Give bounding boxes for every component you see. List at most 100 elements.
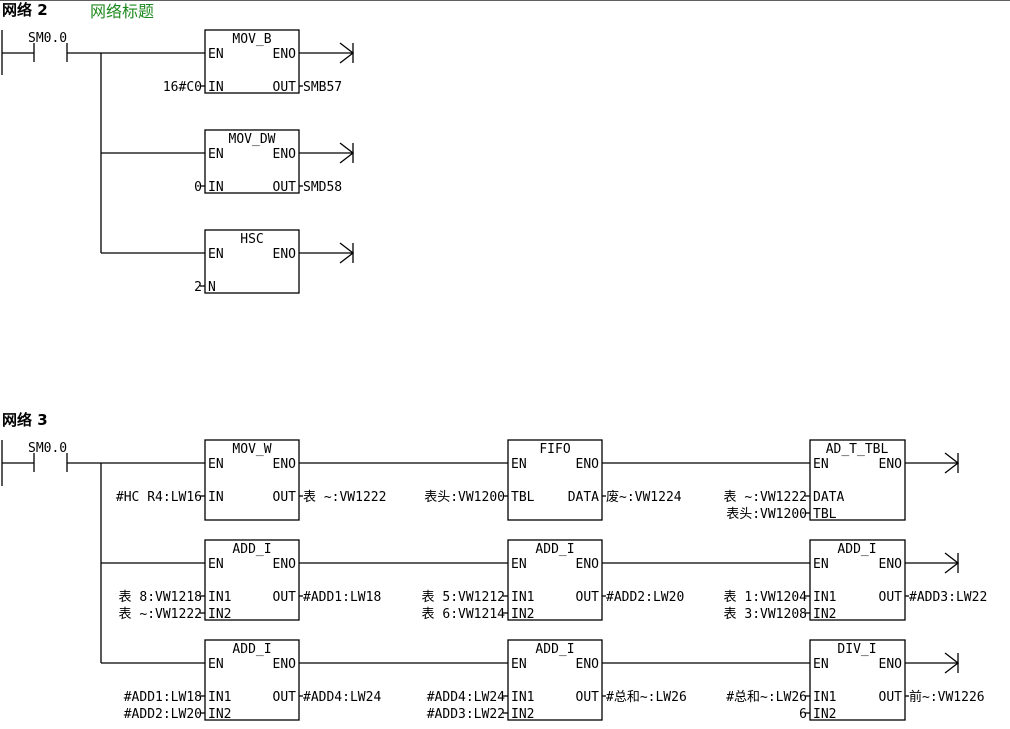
block-add-i-4[interactable]: ADD_I EN ENO #ADD1:LW18 IN1 #ADD2:LW20 I… bbox=[124, 639, 382, 722]
pin-eno: ENO bbox=[273, 457, 297, 472]
pin-out: OUT bbox=[273, 180, 297, 195]
pin-out: OUT bbox=[879, 690, 903, 705]
pin-en: EN bbox=[208, 247, 224, 262]
in-operand: 表头:VW1200 bbox=[726, 507, 807, 522]
in-operand: 表头:VW1200 bbox=[424, 490, 505, 505]
pin-eno: ENO bbox=[273, 657, 297, 672]
network-2-comment[interactable]: 网络标题 bbox=[90, 2, 154, 21]
block-add-i-2[interactable]: ADD_I EN ENO 表 5:VW1212 IN1 表 6:VW1214 I… bbox=[422, 539, 685, 622]
pin-out: OUT bbox=[273, 80, 297, 95]
pin-out: OUT bbox=[576, 690, 600, 705]
pin-eno: ENO bbox=[576, 457, 600, 472]
pin-en: EN bbox=[813, 457, 829, 472]
in-operand: 表 6:VW1214 bbox=[422, 607, 506, 622]
in-operand: 表 5:VW1212 bbox=[422, 590, 505, 605]
block-add-i-5[interactable]: ADD_I EN ENO #ADD4:LW24 IN1 #ADD3:LW22 I… bbox=[427, 639, 687, 722]
pin-out: OUT bbox=[879, 590, 903, 605]
in-operand: #ADD4:LW24 bbox=[427, 690, 505, 705]
block-name: ADD_I bbox=[837, 542, 876, 557]
out-operand: #ADD4:LW24 bbox=[303, 690, 381, 705]
in-operand: 表 3:VW1208 bbox=[724, 607, 807, 622]
pin-eno: ENO bbox=[273, 147, 297, 162]
pin-in1: IN1 bbox=[813, 690, 836, 705]
network-3-header: 网络 3 bbox=[2, 411, 48, 429]
block-name: ADD_I bbox=[232, 542, 271, 557]
block-hsc[interactable]: HSC EN ENO 2 N bbox=[101, 229, 355, 295]
pin-in1: IN1 bbox=[511, 690, 534, 705]
pin-in: IN bbox=[208, 180, 224, 195]
block-mov-dw[interactable]: MOV_DW EN ENO 0 IN OUT SMD58 bbox=[101, 129, 355, 195]
pin-eno: ENO bbox=[273, 557, 297, 572]
pin-eno: ENO bbox=[273, 47, 297, 62]
pin-eno: ENO bbox=[879, 557, 903, 572]
network-3[interactable]: 网络 3 SM0.0 MOV_W EN ENO #HC R4:LW16 IN O… bbox=[1, 411, 988, 722]
pin-eno: ENO bbox=[879, 457, 903, 472]
in-operand: 2 bbox=[194, 280, 202, 295]
pin-out: OUT bbox=[273, 690, 297, 705]
block-ad-t-tbl[interactable]: AD_T_TBL EN ENO 表 ~:VW1222 DATA 表头:VW120… bbox=[724, 439, 906, 522]
block-add-i-1[interactable]: ADD_I EN ENO 表 8:VW1218 IN1 表 ~:VW1222 I… bbox=[119, 539, 382, 622]
pin-data: DATA bbox=[813, 490, 844, 505]
pin-eno: ENO bbox=[879, 657, 903, 672]
pin-data: DATA bbox=[568, 490, 599, 505]
block-mov-w[interactable]: MOV_W EN ENO #HC R4:LW16 IN OUT 表 ~:VW12… bbox=[116, 439, 387, 521]
block-mov-b[interactable]: MOV_B EN ENO 16#C0 IN OUT SMB57 bbox=[101, 29, 355, 95]
pin-out: OUT bbox=[576, 590, 600, 605]
out-operand: #ADD2:LW20 bbox=[606, 590, 684, 605]
block-name: ADD_I bbox=[232, 642, 271, 657]
pin-in2: IN2 bbox=[208, 607, 231, 622]
block-fifo[interactable]: FIFO EN ENO 表头:VW1200 TBL DATA 废~:VW1224 bbox=[424, 439, 682, 521]
ladder-diagram: 网络 2 网络标题 SM0.0 MOV_B EN ENO 16#C0 IN OU… bbox=[0, 0, 1010, 722]
pin-en: EN bbox=[208, 657, 224, 672]
block-name: MOV_W bbox=[232, 442, 271, 457]
in-operand: #ADD3:LW22 bbox=[427, 707, 505, 722]
pin-in: IN bbox=[208, 490, 224, 505]
block-name: HSC bbox=[240, 232, 263, 247]
pin-en: EN bbox=[208, 147, 224, 162]
out-operand: #ADD1:LW18 bbox=[303, 590, 381, 605]
out-operand: 废~:VW1224 bbox=[606, 489, 682, 505]
in-operand: #HC R4:LW16 bbox=[116, 490, 202, 505]
pin-en: EN bbox=[511, 657, 527, 672]
pin-out: OUT bbox=[273, 590, 297, 605]
contact-sm0-0[interactable]: SM0.0 bbox=[2, 31, 101, 62]
block-add-i-3[interactable]: ADD_I EN ENO 表 1:VW1204 IN1 表 3:VW1208 I… bbox=[724, 539, 988, 622]
pin-in1: IN1 bbox=[208, 590, 231, 605]
pin-en: EN bbox=[813, 657, 829, 672]
block-name: AD_T_TBL bbox=[826, 442, 889, 457]
in-operand: #ADD2:LW20 bbox=[124, 707, 202, 722]
block-div-i[interactable]: DIV_I EN ENO #总和~:LW26 IN1 6 IN2 OUT 前~:… bbox=[726, 639, 985, 722]
pin-en: EN bbox=[208, 457, 224, 472]
in-operand: 表 ~:VW1222 bbox=[119, 607, 202, 622]
pin-in2: IN2 bbox=[511, 707, 534, 722]
pin-eno: ENO bbox=[576, 657, 600, 672]
out-operand: 前~:VW1226 bbox=[909, 689, 985, 705]
in-operand: #总和~:LW26 bbox=[726, 690, 807, 705]
out-operand: SMB57 bbox=[303, 80, 342, 95]
network-2[interactable]: 网络 2 网络标题 SM0.0 MOV_B EN ENO 16#C0 IN OU… bbox=[1, 1, 355, 295]
block-name: ADD_I bbox=[535, 642, 574, 657]
pin-in: IN bbox=[208, 80, 224, 95]
block-name: FIFO bbox=[539, 442, 570, 457]
block-name: MOV_B bbox=[232, 32, 271, 47]
pin-tbl: TBL bbox=[511, 490, 535, 505]
pin-en: EN bbox=[208, 47, 224, 62]
pin-eno: ENO bbox=[273, 247, 297, 262]
pin-out: OUT bbox=[273, 490, 297, 505]
pin-in2: IN2 bbox=[511, 607, 534, 622]
out-operand: 表 ~:VW1222 bbox=[303, 490, 386, 505]
pin-en: EN bbox=[208, 557, 224, 572]
in-operand: #ADD1:LW18 bbox=[124, 690, 202, 705]
pin-en: EN bbox=[511, 457, 527, 472]
out-operand: #总和~:LW26 bbox=[606, 690, 687, 705]
block-name: DIV_I bbox=[837, 642, 876, 657]
pin-in2: IN2 bbox=[813, 607, 836, 622]
in-operand: 表 ~:VW1222 bbox=[724, 490, 807, 505]
pin-en: EN bbox=[511, 557, 527, 572]
in-operand: 6 bbox=[799, 707, 807, 722]
pin-tbl: TBL bbox=[813, 507, 837, 522]
contact-sm0-0[interactable]: SM0.0 bbox=[2, 441, 101, 472]
block-name: ADD_I bbox=[535, 542, 574, 557]
out-operand: SMD58 bbox=[303, 180, 342, 195]
in-operand: 16#C0 bbox=[163, 80, 202, 95]
